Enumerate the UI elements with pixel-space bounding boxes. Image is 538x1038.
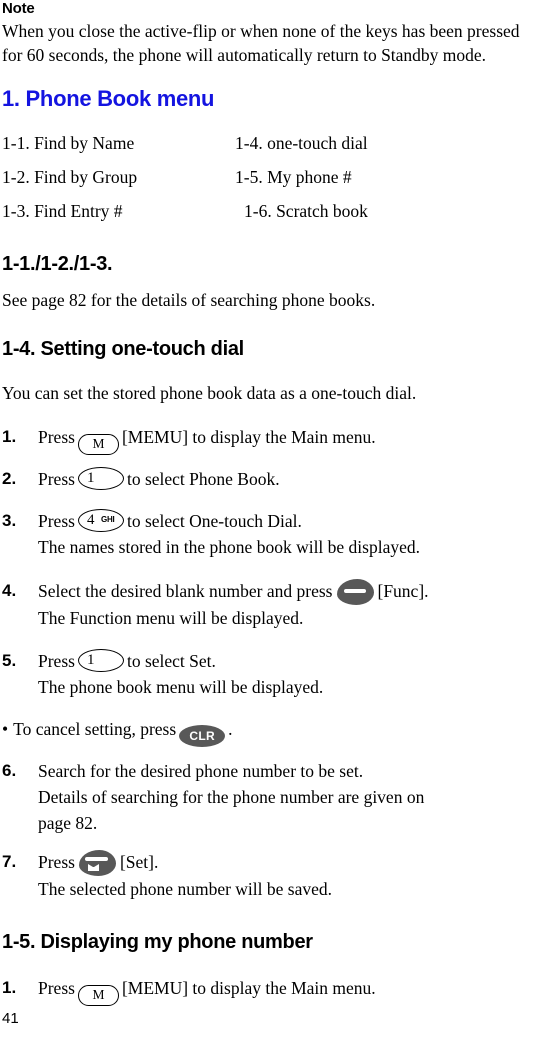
step-2-body: Press 1 to select Phone Book. bbox=[38, 466, 538, 492]
step-3-extra: The names stored in the phone book will … bbox=[38, 537, 421, 557]
step-5-post: to select Set. bbox=[126, 651, 216, 671]
envelope-icon bbox=[86, 863, 100, 872]
digit-1-key-label: 1 bbox=[86, 652, 95, 668]
step-5-body: Press 1 to select Set. The phone book menu… bbox=[38, 648, 538, 700]
manual-page: Note When you close the active-flip or w… bbox=[0, 0, 538, 1038]
step-1-post: [MEMU] to display the Main menu. bbox=[121, 427, 376, 447]
step-1: 1. Press M [MEMU] to display the Main menu… bbox=[0, 424, 538, 455]
page-title: 1. Phone Book menu bbox=[2, 86, 215, 111]
menu-item-scratch-book: 1-6. Scratch book bbox=[244, 201, 368, 221]
phone-book-menu-list: 1-1. Find by Name 1-2. Find by Group 1-3… bbox=[0, 126, 538, 236]
step-1-sub-1-5-line: Press M [MEMU] to display the Main menu. bbox=[38, 975, 538, 1006]
step-5-line: Press 1 to select Set. bbox=[38, 648, 538, 674]
step-4-number: 4. bbox=[2, 581, 17, 600]
step-6-line: Search for the desired phone number to b… bbox=[38, 761, 364, 781]
step-6-extra: Details of searching for the phone numbe… bbox=[38, 787, 425, 807]
page-number: 41 bbox=[2, 1010, 19, 1027]
step-3-line: Press 4 GHI to select One-touch Dial. bbox=[38, 508, 538, 534]
menu-item-find-by-name: 1-1. Find by Name bbox=[2, 133, 135, 153]
note-heading: Note bbox=[2, 0, 35, 17]
step-4-post: [Func]. bbox=[377, 581, 429, 601]
step-1-sub-1-5-number: 1. bbox=[2, 978, 17, 997]
digit-1-key-label: 1 bbox=[86, 470, 95, 486]
step-3: 3. Press 4 GHI to select One-touch Dial. Th… bbox=[0, 508, 538, 560]
step-3-pre: Press bbox=[38, 511, 75, 531]
menu-column-right: 1-4. one-touch dial 1-5. My phone # 1-6.… bbox=[232, 126, 532, 228]
digit-4-key-label: 4 bbox=[86, 512, 95, 528]
step-5: 5. Press 1 to select Set. The phone book m… bbox=[0, 648, 538, 700]
step-2-number: 2. bbox=[2, 469, 17, 488]
set-soft-key-icon[interactable] bbox=[78, 850, 116, 876]
digit-1-key-icon[interactable]: 1 bbox=[77, 649, 124, 672]
heading-1-1-1-2-1-3: 1-1./1-2./1-3. bbox=[2, 253, 113, 275]
step-7: 7. Press [Set]. The selected phone number… bbox=[0, 849, 538, 902]
step-5-pre: Press bbox=[38, 651, 75, 671]
step-2-post: to select Phone Book. bbox=[126, 469, 280, 489]
bullet-icon: • bbox=[2, 719, 9, 739]
menu-item-one-touch-dial: 1-4. one-touch dial bbox=[235, 133, 368, 153]
step-7-post: [Set]. bbox=[119, 852, 159, 872]
menu-item-find-entry-number: 1-3. Find Entry # bbox=[2, 201, 123, 221]
func-key-bar bbox=[343, 589, 366, 593]
heading-1-4-setting-one-touch-dial: 1-4. Setting one-touch dial bbox=[2, 338, 244, 360]
func-soft-key-icon[interactable] bbox=[336, 579, 374, 605]
step-4-line: Select the desired blank number and pres… bbox=[38, 578, 538, 605]
set-key-bar bbox=[84, 857, 108, 861]
cancel-note-pre: To cancel setting, press bbox=[13, 719, 177, 739]
step-4-extra: The Function menu will be displayed. bbox=[38, 608, 304, 628]
step-1-line: Press M [MEMU] to display the Main menu. bbox=[38, 424, 538, 455]
step-7-body: Press [Set]. The selected phone number wi… bbox=[38, 849, 538, 902]
step-5-number: 5. bbox=[2, 651, 17, 670]
step-1-body: Press M [MEMU] to display the Main menu. bbox=[38, 424, 538, 455]
note-body: When you close the active-flip or when n… bbox=[2, 19, 536, 67]
heading-1-5-displaying-my-phone-number: 1-5. Displaying my phone number bbox=[2, 931, 313, 953]
step-7-line: Press [Set]. bbox=[38, 849, 538, 876]
step-7-number: 7. bbox=[2, 852, 17, 871]
menu-key-icon[interactable]: M bbox=[77, 434, 119, 455]
step-1-sub-1-5-body: Press M [MEMU] to display the Main menu. bbox=[38, 975, 538, 1006]
step-7-extra: The selected phone number will be saved. bbox=[38, 879, 332, 899]
step-7-pre: Press bbox=[38, 852, 75, 872]
step-1-sub-1-5-post: [MEMU] to display the Main menu. bbox=[121, 978, 376, 998]
step-3-post: to select One-touch Dial. bbox=[126, 511, 302, 531]
step-1-number: 1. bbox=[2, 427, 17, 446]
step-2: 2. Press 1 to select Phone Book. bbox=[0, 466, 538, 492]
step-4: 4. Select the desired blank number and p… bbox=[0, 578, 538, 631]
step-5-extra: The phone book menu will be displayed. bbox=[38, 677, 324, 697]
paragraph-search-phone-books: See page 82 for the details of searching… bbox=[2, 290, 376, 310]
menu-column-left: 1-1. Find by Name 1-2. Find by Group 1-3… bbox=[2, 126, 232, 228]
digit-4-ghi-key-icon[interactable]: 4 GHI bbox=[77, 509, 124, 532]
step-4-body: Select the desired blank number and pres… bbox=[38, 578, 538, 631]
step-2-pre: Press bbox=[38, 469, 75, 489]
step-4-pre: Select the desired blank number and pres… bbox=[38, 581, 333, 601]
menu-item-find-by-group: 1-2. Find by Group bbox=[2, 167, 138, 187]
step-6: 6. Search for the desired phone number t… bbox=[0, 758, 538, 836]
clr-key-icon[interactable]: CLR bbox=[179, 725, 226, 747]
step-6-body: Search for the desired phone number to b… bbox=[38, 758, 538, 836]
step-6-extra-2: page 82. bbox=[38, 813, 98, 833]
paragraph-one-touch-intro: You can set the stored phone book data a… bbox=[2, 383, 417, 403]
cancel-setting-note: • To cancel setting, press CLR. bbox=[2, 716, 233, 747]
step-3-number: 3. bbox=[2, 511, 17, 530]
step-3-body: Press 4 GHI to select One-touch Dial. The n… bbox=[38, 508, 538, 560]
step-6-number: 6. bbox=[2, 761, 17, 780]
note-line-2: for 60 seconds, the phone will automatic… bbox=[2, 45, 487, 65]
step-1-pre: Press bbox=[38, 427, 75, 447]
step-1-sub-1-5-pre: Press bbox=[38, 978, 75, 998]
digit-1-key-icon[interactable]: 1 bbox=[77, 467, 124, 490]
menu-item-my-phone-number: 1-5. My phone # bbox=[235, 167, 352, 187]
note-line-1: When you close the active-flip or when n… bbox=[2, 21, 520, 41]
cancel-note-post: . bbox=[228, 719, 233, 739]
digit-4-key-letters: GHI bbox=[100, 515, 115, 524]
menu-key-icon[interactable]: M bbox=[77, 985, 119, 1006]
step-2-line: Press 1 to select Phone Book. bbox=[38, 466, 538, 492]
step-1-sub-1-5: 1. Press M [MEMU] to display the Main menu… bbox=[0, 975, 538, 1006]
